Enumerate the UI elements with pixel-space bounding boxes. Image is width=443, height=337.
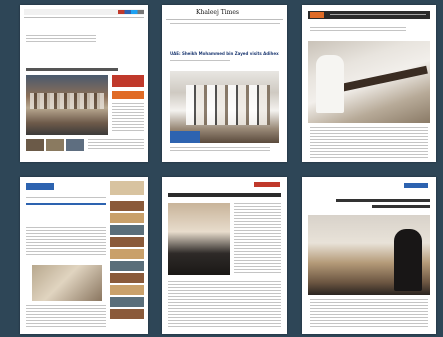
- article-body: [310, 127, 428, 159]
- footer-text: [88, 139, 144, 151]
- photo-figure: [316, 55, 344, 113]
- nav-strip: [170, 23, 280, 26]
- article-intro-text: [26, 35, 96, 42]
- clipping-1[interactable]: [20, 5, 148, 162]
- sidebar-ad-red[interactable]: [112, 75, 144, 87]
- headline-bar: [168, 193, 281, 197]
- masthead: Khaleej Times: [196, 9, 239, 16]
- byline: [170, 60, 230, 63]
- clipping-2[interactable]: Khaleej Times UAE: Sheikh Mohammed bin Z…: [162, 5, 287, 162]
- sidebar-thumbs[interactable]: [110, 201, 144, 319]
- sidebar-text: [112, 103, 144, 133]
- header-divider: [24, 17, 144, 18]
- article-headline-lines: [310, 27, 406, 33]
- article-intro: [26, 227, 106, 255]
- site-logo[interactable]: [310, 12, 324, 18]
- header-ad[interactable]: [110, 181, 144, 195]
- masthead-divider: [166, 19, 283, 20]
- clipping-5[interactable]: [162, 177, 287, 334]
- thumb-1[interactable]: [26, 139, 44, 151]
- photo-figures: [186, 85, 270, 125]
- headline-bar: [26, 68, 118, 71]
- photo-figure: [394, 229, 422, 291]
- article-body: [310, 299, 428, 329]
- sidebar-ad-orange[interactable]: [112, 91, 144, 99]
- photo-side-text: [234, 203, 281, 275]
- photo-crowd: [30, 93, 104, 109]
- article-body: [168, 281, 281, 327]
- article-headline: UAE: Sheikh Mohammed bin Zayed visits Ad…: [170, 51, 280, 56]
- photo-floor-accent: [170, 131, 200, 143]
- headline-bar: [336, 199, 430, 202]
- clipping-3[interactable]: [302, 5, 436, 162]
- site-logo-mark: [404, 183, 428, 188]
- article-body: [26, 305, 106, 329]
- nav-items[interactable]: [330, 14, 426, 16]
- article-photo: [32, 265, 102, 301]
- thumb-3[interactable]: [66, 139, 84, 151]
- thumb-2[interactable]: [46, 139, 64, 151]
- clipping-6[interactable]: [302, 177, 436, 334]
- nav-strip[interactable]: [26, 197, 106, 200]
- nav-accent: [26, 203, 106, 205]
- headline-bar-2: [372, 205, 430, 208]
- site-logo[interactable]: [26, 183, 54, 190]
- clipping-4[interactable]: [20, 177, 148, 334]
- photo-caption: [170, 147, 270, 151]
- social-share-icons[interactable]: [118, 10, 144, 14]
- paper-logo-mark: [254, 182, 280, 187]
- article-photo: [168, 203, 230, 275]
